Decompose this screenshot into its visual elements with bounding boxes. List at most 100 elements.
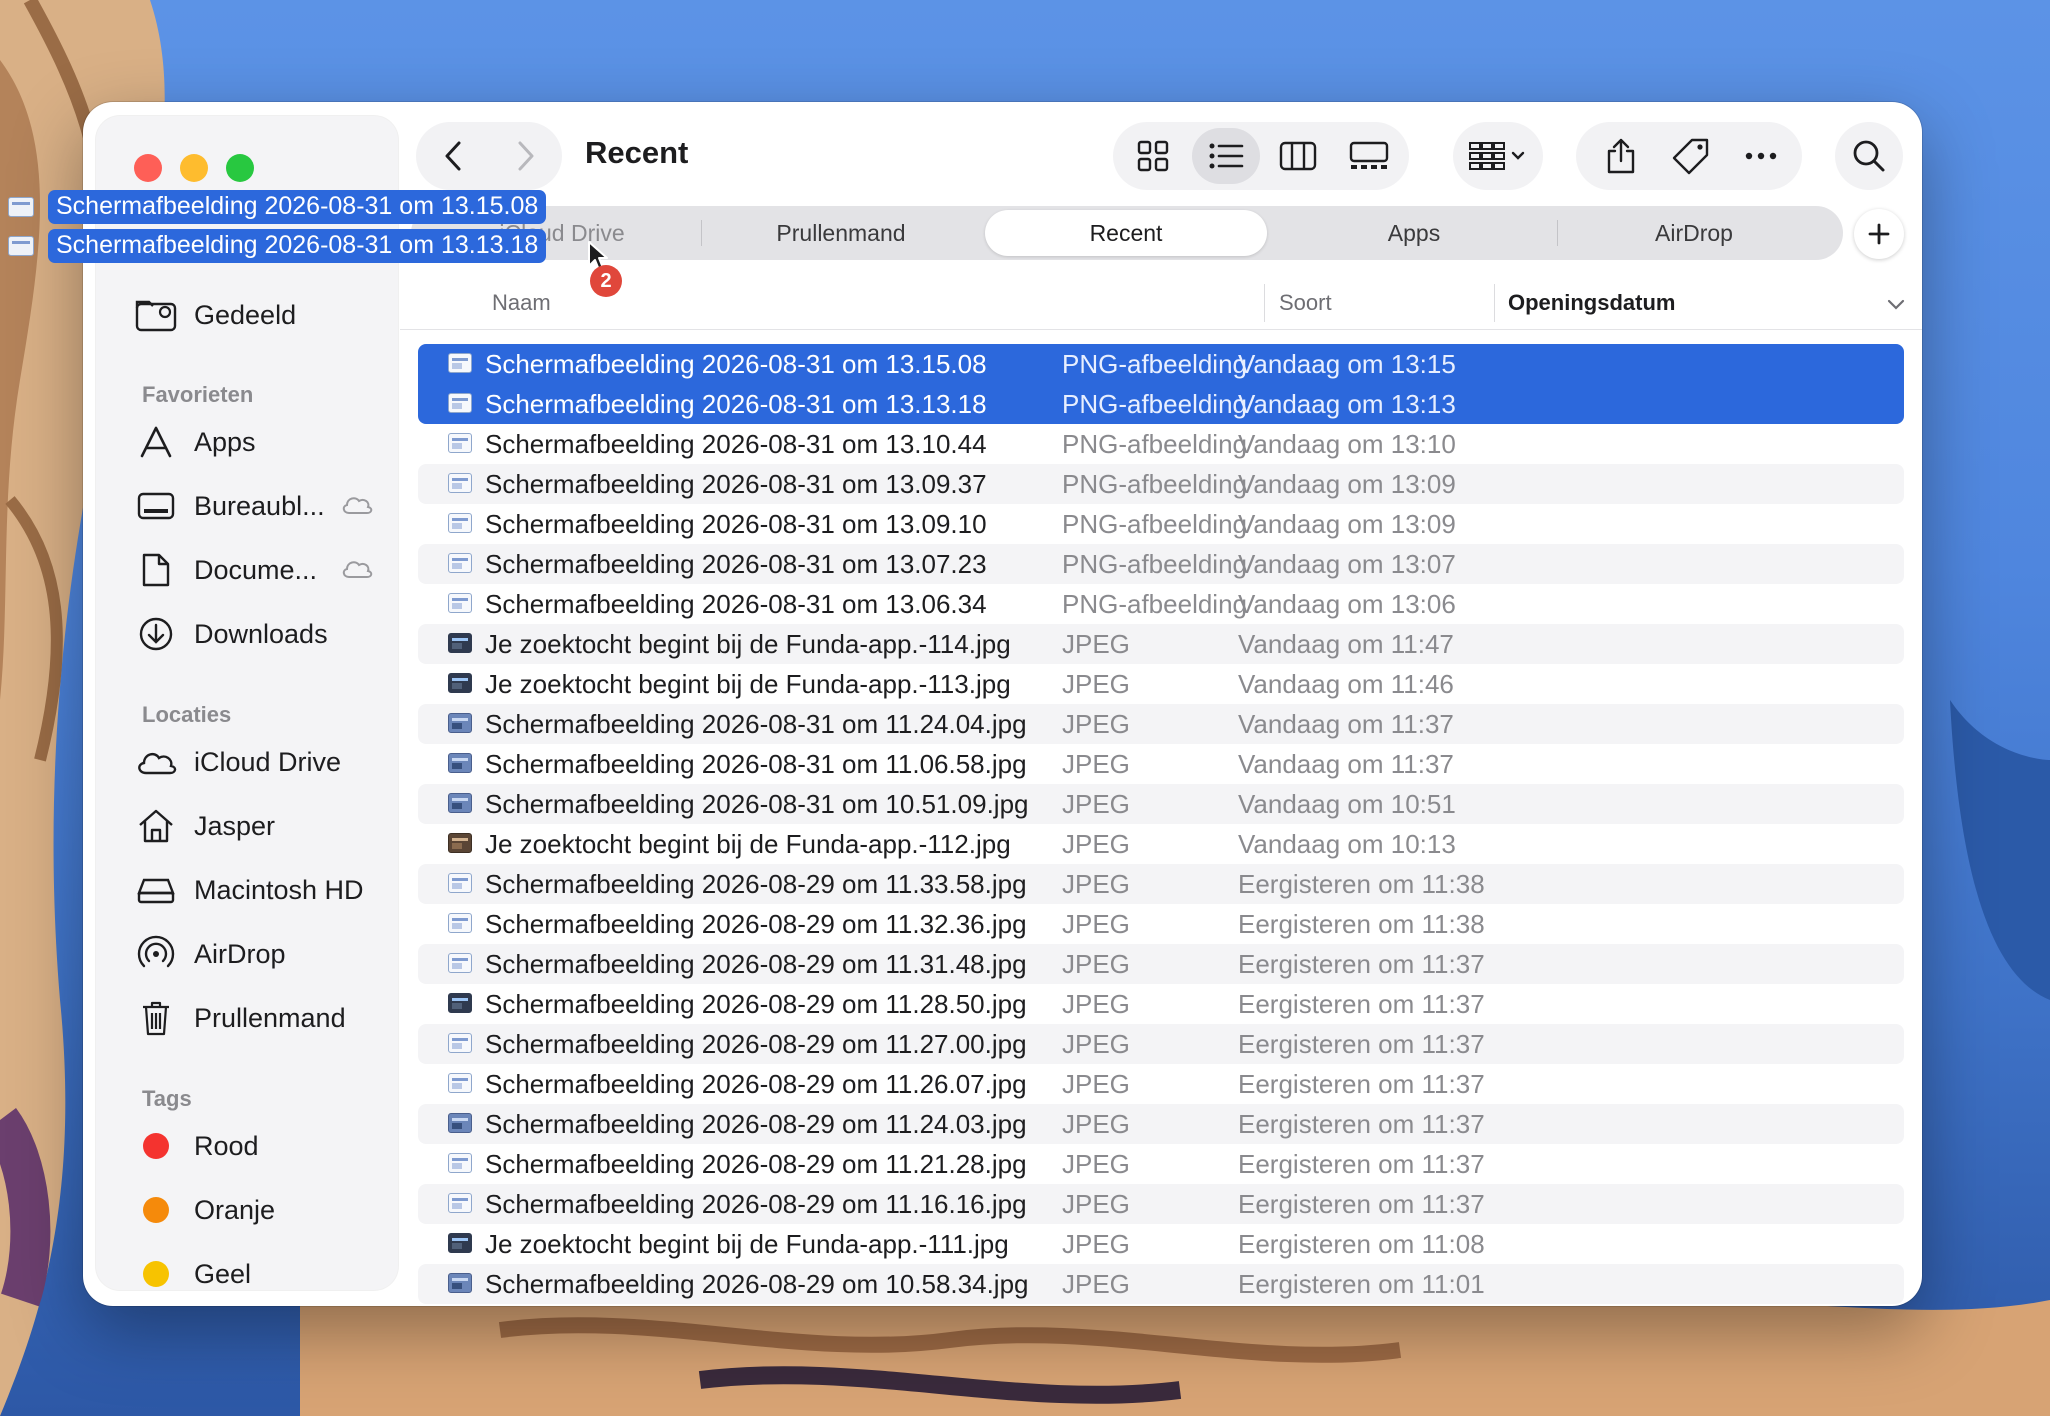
file-name[interactable]: Schermafbeelding 2026-08-29 om 11.16.16.… — [485, 1189, 1027, 1220]
sidebar-item-airdrop[interactable]: AirDrop — [126, 926, 386, 982]
file-name[interactable]: Schermafbeelding 2026-08-29 om 11.26.07.… — [485, 1069, 1027, 1100]
group-by-button[interactable] — [1453, 122, 1543, 190]
column-header-kind[interactable]: Soort — [1279, 290, 1332, 316]
file-row[interactable]: Schermafbeelding 2026-08-31 om 13.10.44 P… — [418, 424, 1904, 464]
file-name[interactable]: Schermafbeelding 2026-08-29 om 11.32.36.… — [485, 909, 1027, 940]
icon-view-button[interactable] — [1119, 128, 1187, 184]
file-name[interactable]: Je zoektocht begint bij de Funda-app.-11… — [485, 1229, 1009, 1260]
image-thumbnail-icon — [448, 1073, 472, 1093]
forward-button[interactable] — [489, 122, 562, 190]
new-tab-button[interactable] — [1854, 209, 1904, 259]
file-row[interactable]: Schermafbeelding 2026-08-31 om 13.09.37 P… — [418, 464, 1904, 504]
sidebar-item-label: Apps — [194, 426, 256, 457]
chevron-left-icon — [445, 141, 460, 171]
file-name[interactable]: Schermafbeelding 2026-08-31 om 11.06.58.… — [485, 749, 1027, 780]
file-name[interactable]: Schermafbeelding 2026-08-31 om 10.51.09.… — [485, 789, 1029, 820]
image-thumbnail-icon — [448, 633, 472, 653]
image-thumbnail-icon — [448, 553, 472, 573]
image-thumbnail-icon — [448, 873, 472, 893]
column-separator[interactable] — [1494, 284, 1495, 322]
sidebar-tag-red[interactable]: Rood — [126, 1118, 386, 1174]
file-row[interactable]: Schermafbeelding 2026-08-31 om 13.09.10 P… — [418, 504, 1904, 544]
file-name[interactable]: Schermafbeelding 2026-08-31 om 13.07.23 — [485, 549, 987, 580]
file-row[interactable]: Schermafbeelding 2026-08-31 om 13.13.18 P… — [418, 384, 1904, 424]
file-name[interactable]: Schermafbeelding 2026-08-31 om 13.06.34 — [485, 589, 987, 620]
file-row[interactable]: Schermafbeelding 2026-08-29 om 11.28.50.… — [418, 984, 1904, 1024]
column-header-date[interactable]: Openingsdatum — [1508, 290, 1675, 316]
file-row[interactable]: Schermafbeelding 2026-08-31 om 11.06.58.… — [418, 744, 1904, 784]
file-row[interactable]: Schermafbeelding 2026-08-29 om 11.21.28.… — [418, 1144, 1904, 1184]
column-separator[interactable] — [1264, 284, 1265, 322]
file-date: Eergisteren om 11:37 — [1238, 1108, 1485, 1139]
file-row[interactable]: Je zoektocht begint bij de Funda-app.-11… — [418, 1224, 1904, 1264]
sidebar-tag-yellow[interactable]: Geel — [126, 1246, 386, 1302]
file-row[interactable]: Schermafbeelding 2026-08-31 om 13.15.08 P… — [418, 344, 1904, 384]
sidebar-item-trash[interactable]: Prullenmand — [126, 990, 386, 1046]
file-name[interactable]: Je zoektocht begint bij de Funda-app.-11… — [485, 669, 1011, 700]
file-name[interactable]: Schermafbeelding 2026-08-29 om 11.33.58.… — [485, 869, 1027, 900]
sidebar-item-documents[interactable]: Docume... — [126, 542, 386, 598]
sort-chevron-down-icon[interactable] — [1887, 298, 1905, 316]
file-kind: JPEG — [1062, 1188, 1130, 1219]
file-row[interactable]: Je zoektocht begint bij de Funda-app.-11… — [418, 624, 1904, 664]
file-name[interactable]: Schermafbeelding 2026-08-29 om 10.58.34.… — [485, 1269, 1029, 1300]
file-name[interactable]: Schermafbeelding 2026-08-31 om 13.15.08 — [485, 349, 987, 380]
file-name[interactable]: Schermafbeelding 2026-08-31 om 13.13.18 — [485, 389, 987, 420]
file-row[interactable]: Schermafbeelding 2026-08-29 om 11.33.58.… — [418, 864, 1904, 904]
file-name[interactable]: Schermafbeelding 2026-08-29 om 11.21.28.… — [485, 1149, 1027, 1180]
file-row[interactable]: Schermafbeelding 2026-08-31 om 13.07.23 P… — [418, 544, 1904, 584]
search-button[interactable] — [1835, 122, 1903, 190]
file-row[interactable]: Schermafbeelding 2026-08-31 om 10.51.09.… — [418, 784, 1904, 824]
file-row[interactable]: Schermafbeelding 2026-08-29 om 11.24.03.… — [418, 1104, 1904, 1144]
sidebar-item-label: Gedeeld — [194, 299, 297, 330]
file-name[interactable]: Schermafbeelding 2026-08-29 om 11.28.50.… — [485, 989, 1027, 1020]
sidebar-item-icloud-drive[interactable]: iCloud Drive — [126, 734, 386, 790]
file-name[interactable]: Schermafbeelding 2026-08-31 om 13.09.10 — [485, 509, 987, 540]
sidebar-item-macintosh-hd[interactable]: Macintosh HD — [126, 862, 386, 918]
file-row[interactable]: Schermafbeelding 2026-08-29 om 11.16.16.… — [418, 1184, 1904, 1224]
tab-airdrop[interactable]: AirDrop — [1559, 206, 1829, 260]
file-row[interactable]: Schermafbeelding 2026-08-29 om 11.32.36.… — [418, 904, 1904, 944]
sidebar-item-downloads[interactable]: Downloads — [126, 606, 386, 662]
file-name[interactable]: Schermafbeelding 2026-08-31 om 11.24.04.… — [485, 709, 1027, 740]
tab-recent[interactable]: Recent — [985, 210, 1267, 256]
file-name[interactable]: Je zoektocht begint bij de Funda-app.-11… — [485, 829, 1011, 860]
file-row[interactable]: Je zoektocht begint bij de Funda-app.-11… — [418, 664, 1904, 704]
file-row[interactable]: Schermafbeelding 2026-08-31 om 13.06.34 P… — [418, 584, 1904, 624]
more-button[interactable] — [1726, 122, 1796, 190]
image-thumbnail-icon — [448, 353, 472, 373]
file-name[interactable]: Schermafbeelding 2026-08-31 om 13.10.44 — [485, 429, 987, 460]
file-row[interactable]: Je zoektocht begint bij de Funda-app.-11… — [418, 824, 1904, 864]
gallery-view-button[interactable] — [1335, 128, 1403, 184]
more-icon — [1745, 152, 1777, 160]
sidebar-item-apps[interactable]: Apps — [126, 414, 386, 470]
file-row[interactable]: Schermafbeelding 2026-08-29 om 11.27.00.… — [418, 1024, 1904, 1064]
sidebar-item-label: Downloads — [194, 618, 328, 649]
file-kind: PNG-afbeelding — [1062, 508, 1247, 539]
file-name[interactable]: Schermafbeelding 2026-08-31 om 13.09.37 — [485, 469, 987, 500]
file-row[interactable]: Schermafbeelding 2026-08-29 om 11.26.07.… — [418, 1064, 1904, 1104]
file-name[interactable]: Schermafbeelding 2026-08-29 om 11.24.03.… — [485, 1109, 1027, 1140]
file-row[interactable]: Schermafbeelding 2026-08-31 om 11.24.04.… — [418, 704, 1904, 744]
file-name[interactable]: Je zoektocht begint bij de Funda-app.-11… — [485, 629, 1011, 660]
file-name[interactable]: Schermafbeelding 2026-08-29 om 11.31.48.… — [485, 949, 1027, 980]
tag-button[interactable] — [1656, 122, 1726, 190]
file-date: Vandaag om 10:13 — [1238, 828, 1456, 859]
tab-prullenmand[interactable]: Prullenmand — [703, 206, 979, 260]
share-button[interactable] — [1586, 122, 1656, 190]
back-button[interactable] — [416, 122, 489, 190]
file-row[interactable]: Schermafbeelding 2026-08-29 om 11.31.48.… — [418, 944, 1904, 984]
sidebar-item-desktop[interactable]: Bureaubl... — [126, 478, 386, 534]
column-view-button[interactable] — [1264, 128, 1332, 184]
sidebar-tag-orange[interactable]: Oranje — [126, 1182, 386, 1238]
list-view-button[interactable] — [1192, 128, 1260, 184]
sidebar-item-home[interactable]: Jasper — [126, 798, 386, 854]
file-name[interactable]: Schermafbeelding 2026-08-29 om 11.27.00.… — [485, 1029, 1027, 1060]
disk-icon — [134, 868, 178, 912]
section-header-favorites: Favorieten — [142, 382, 254, 407]
file-row[interactable]: Schermafbeelding 2026-08-29 om 10.58.34.… — [418, 1264, 1904, 1304]
column-header-name[interactable]: Naam — [492, 290, 551, 316]
tab-apps[interactable]: Apps — [1273, 206, 1555, 260]
file-date: Eergisteren om 11:37 — [1238, 1068, 1485, 1099]
sidebar-item-shared[interactable]: Gedeeld — [126, 287, 386, 343]
